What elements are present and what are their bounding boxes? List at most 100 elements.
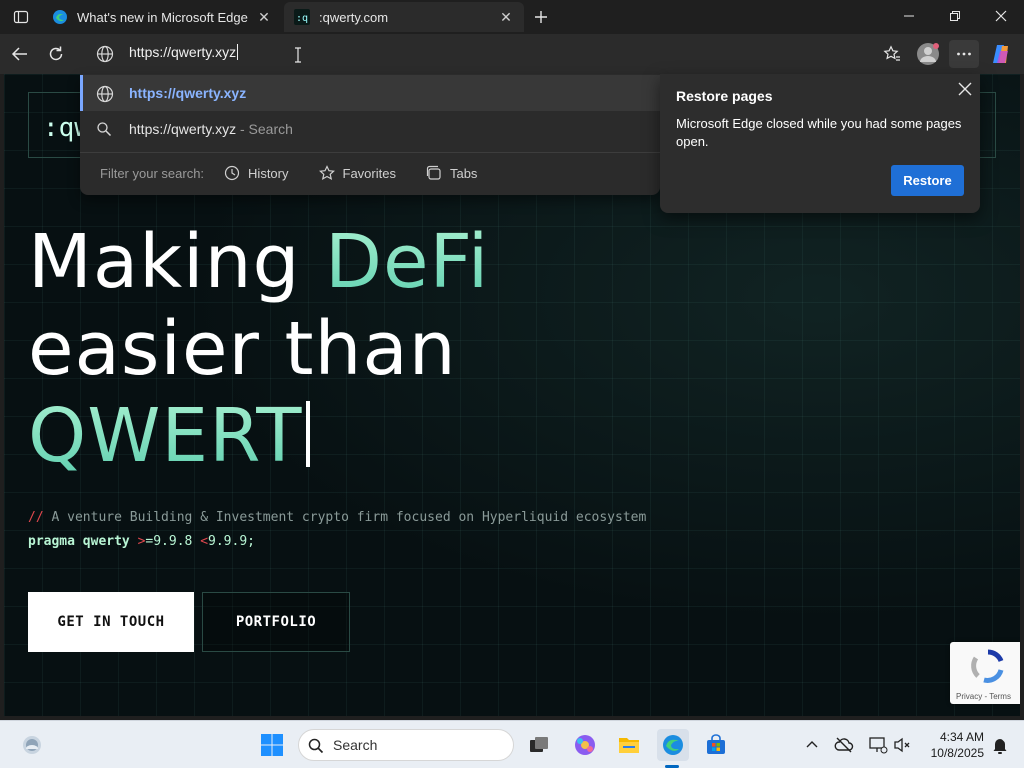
search-icon [308,738,324,754]
tab-whats-new[interactable]: What's new in Microsoft Edge ✕ [42,2,282,32]
omnibox-dropdown: https://qwerty.xyz https://qwerty.xyz - … [80,74,660,195]
globe-icon [96,85,114,103]
qwerty-site-icon: :q [294,9,310,25]
tab-bar: What's new in Microsoft Edge ✕ :q :qwert… [0,0,1024,34]
show-hidden-icons-button[interactable] [796,729,828,761]
task-view-icon [530,737,548,752]
close-window-button[interactable] [978,0,1024,32]
back-button[interactable] [5,40,35,68]
cloud-off-icon [834,737,854,753]
chevron-up-icon [806,741,818,748]
tab-title: :qwerty.com [319,9,389,25]
pragma-line: pragma qwerty >=9.9.8 <9.9.9; [28,534,255,549]
notifications-button[interactable] [984,729,1016,761]
store-button[interactable] [700,729,732,761]
pragma-version-max: 9.9.9; [208,534,255,549]
restore-message: Microsoft Edge closed while you had some… [676,116,962,149]
pragma-keyword: pragma qwerty [28,534,130,549]
settings-more-button[interactable] [949,40,979,68]
pragma-version-min: =9.9.8 [145,534,193,549]
favorites-star-icon [883,45,900,61]
screen: What's new in Microsoft Edge ✕ :q :qwert… [0,0,1024,768]
search-icon [97,122,112,137]
new-tab-button[interactable] [528,4,554,30]
volume-button[interactable] [886,729,918,761]
suggestion-url[interactable]: https://qwerty.xyz [80,75,660,111]
tagline-text: A venture Building & Investment crypto f… [43,510,647,525]
close-tab-icon[interactable]: ✕ [256,9,272,25]
tabs-icon [426,165,441,180]
start-button[interactable] [256,729,288,761]
tab-qwerty[interactable]: :q :qwerty.com ✕ [284,2,524,32]
hero-line2: easier than [28,306,457,392]
more-dots-icon [957,52,971,56]
search-placeholder: Search [333,737,378,753]
network-icon [869,737,888,754]
suggestion-search[interactable]: https://qwerty.xyz - Search [80,111,660,147]
filter-favorites[interactable]: Favorites [318,165,396,181]
refresh-button[interactable] [41,40,71,68]
hero-typed-text: QWERT [28,393,303,479]
star-icon [318,165,335,180]
suggestion-text: https://qwerty.xyz [129,85,247,101]
hero-line1: Making [28,219,326,305]
pragma-op-lt: < [192,534,209,549]
minimize-icon [904,15,914,17]
get-in-touch-button[interactable]: GET IN TOUCH [28,592,194,652]
text-caret [237,44,239,60]
back-arrow-icon [11,47,27,61]
filter-label: Filter your search: [100,165,205,181]
avatar-icon [917,43,939,65]
tab-actions-button[interactable] [8,5,34,29]
suggestion-text: https://qwerty.xyz - Search [129,121,293,137]
restore-window-button[interactable] [932,0,978,32]
copilot-icon [993,45,1008,63]
restore-title: Restore pages [676,88,773,104]
notification-bell-icon [993,737,1007,754]
edge-taskbar-button[interactable] [657,729,689,761]
minimize-button[interactable] [886,0,932,32]
pragma-op-gt: > [129,534,146,549]
copilot-taskbar-button[interactable] [569,729,601,761]
close-flyout-button[interactable] [954,78,976,100]
recaptcha-badge[interactable]: Privacy - Terms [950,642,1020,704]
copilot-button[interactable] [986,40,1016,68]
file-explorer-button[interactable] [613,729,645,761]
clock-time: 4:34 AM [939,730,984,744]
divider [80,152,660,153]
svg-text::q: :q [296,13,308,24]
filter-tabs-label: Tabs [449,165,478,181]
filter-history-label: History [248,165,289,181]
address-input[interactable]: https://qwerty.xyz [129,44,239,60]
favorites-button[interactable] [877,40,907,68]
hero-accent-defi: DeFi [325,219,490,305]
globe-icon [96,45,114,63]
profile-button[interactable] [913,40,943,68]
volume-muted-icon [894,737,910,753]
clock-date: 10/8/2025 [930,746,984,760]
close-icon [995,10,1007,22]
taskbar-clock[interactable]: 4:34 AM 10/8/2025 [918,729,984,761]
typing-cursor [306,401,311,467]
taskbar: Search 4:34 AM 10/8/2025 [0,720,1024,768]
address-bar[interactable]: https://qwerty.xyz [80,34,660,74]
widgets-button[interactable] [16,729,48,761]
close-icon [958,82,972,96]
task-view-button[interactable] [523,729,555,761]
plus-icon [535,11,547,23]
folder-icon [619,738,639,753]
restore-window-icon [950,11,960,21]
weather-icon [23,736,41,754]
recaptcha-links[interactable]: Privacy - Terms [956,692,1011,701]
taskbar-search[interactable]: Search [298,729,514,761]
restore-button[interactable]: Restore [891,165,964,196]
tagline: // A venture Building & Investment crypt… [28,510,646,525]
filter-history[interactable]: History [224,165,289,181]
windows-start-icon [261,734,283,756]
portfolio-button[interactable]: PORTFOLIO [202,592,350,652]
tab-title: What's new in Microsoft Edge [77,9,248,25]
text-cursor-icon [295,47,301,63]
close-tab-icon[interactable]: ✕ [498,9,514,25]
filter-tabs[interactable]: Tabs [426,165,477,181]
sync-status-button[interactable] [828,729,860,761]
